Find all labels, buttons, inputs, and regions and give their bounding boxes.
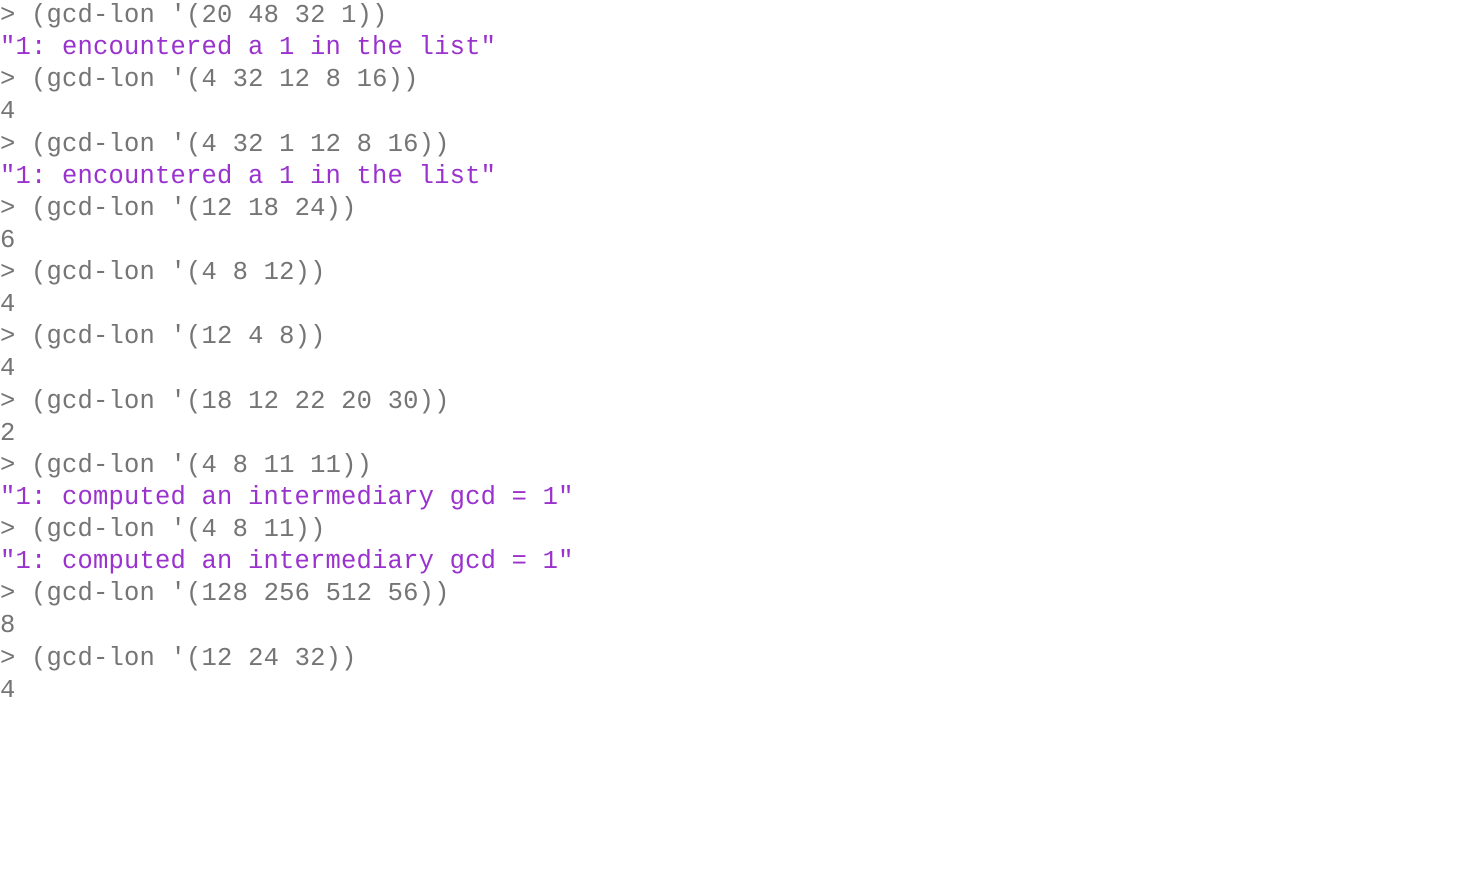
repl-prompt: >	[0, 130, 16, 159]
repl-line: 2	[0, 418, 1470, 450]
repl-line: > (gcd-lon '(12 4 8))	[0, 321, 1470, 353]
repl-output: 4	[0, 354, 16, 383]
repl-prompt: >	[0, 194, 16, 223]
repl-line: > (gcd-lon '(12 18 24))	[0, 193, 1470, 225]
repl-output: 6	[0, 226, 16, 255]
repl-prompt: >	[0, 1, 16, 30]
repl-input: (gcd-lon '(4 8 12))	[31, 258, 326, 287]
repl-line: > (gcd-lon '(4 32 1 12 8 16))	[0, 129, 1470, 161]
repl-string-output: "1: computed an intermediary gcd = 1"	[0, 483, 574, 512]
repl-prompt: >	[0, 322, 16, 351]
repl-line: 8	[0, 610, 1470, 642]
repl-line: > (gcd-lon '(4 8 11))	[0, 514, 1470, 546]
repl-string-output: "1: computed an intermediary gcd = 1"	[0, 547, 574, 576]
repl-string-output: "1: encountered a 1 in the list"	[0, 33, 496, 62]
repl-prompt: >	[0, 515, 16, 544]
repl-line: 4	[0, 675, 1470, 707]
repl-line: 6	[0, 225, 1470, 257]
repl-input: (gcd-lon '(12 24 32))	[31, 644, 357, 673]
repl-line: 4	[0, 289, 1470, 321]
repl-line: 4	[0, 96, 1470, 128]
repl-string-output: "1: encountered a 1 in the list"	[0, 162, 496, 191]
repl-input: (gcd-lon '(4 32 12 8 16))	[31, 65, 419, 94]
repl-line: > (gcd-lon '(4 8 11 11))	[0, 450, 1470, 482]
repl-input: (gcd-lon '(128 256 512 56))	[31, 579, 450, 608]
repl-prompt: >	[0, 644, 16, 673]
repl-line: 4	[0, 353, 1470, 385]
repl-prompt: >	[0, 258, 16, 287]
repl-line: > (gcd-lon '(20 48 32 1))	[0, 0, 1470, 32]
repl-line: > (gcd-lon '(12 24 32))	[0, 643, 1470, 675]
repl-input: (gcd-lon '(18 12 22 20 30))	[31, 387, 450, 416]
repl-line: "1: computed an intermediary gcd = 1"	[0, 546, 1470, 578]
repl-line: > (gcd-lon '(4 32 12 8 16))	[0, 64, 1470, 96]
repl-line: "1: encountered a 1 in the list"	[0, 32, 1470, 64]
repl-output: 4	[0, 676, 16, 705]
repl-line: > (gcd-lon '(18 12 22 20 30))	[0, 386, 1470, 418]
repl-input: (gcd-lon '(4 8 11 11))	[31, 451, 372, 480]
repl-input: (gcd-lon '(12 4 8))	[31, 322, 326, 351]
repl-output: 4	[0, 290, 16, 319]
repl-prompt: >	[0, 65, 16, 94]
repl-prompt: >	[0, 451, 16, 480]
repl-terminal[interactable]: > (gcd-lon '(20 48 32 1))"1: encountered…	[0, 0, 1470, 707]
repl-line: > (gcd-lon '(128 256 512 56))	[0, 578, 1470, 610]
repl-input: (gcd-lon '(20 48 32 1))	[31, 1, 388, 30]
repl-input: (gcd-lon '(4 8 11))	[31, 515, 326, 544]
repl-output: 8	[0, 611, 16, 640]
repl-prompt: >	[0, 579, 16, 608]
repl-prompt: >	[0, 387, 16, 416]
repl-line: "1: encountered a 1 in the list"	[0, 161, 1470, 193]
repl-input: (gcd-lon '(4 32 1 12 8 16))	[31, 130, 450, 159]
repl-line: > (gcd-lon '(4 8 12))	[0, 257, 1470, 289]
repl-output: 4	[0, 97, 16, 126]
repl-input: (gcd-lon '(12 18 24))	[31, 194, 357, 223]
repl-output: 2	[0, 419, 16, 448]
repl-line: "1: computed an intermediary gcd = 1"	[0, 482, 1470, 514]
